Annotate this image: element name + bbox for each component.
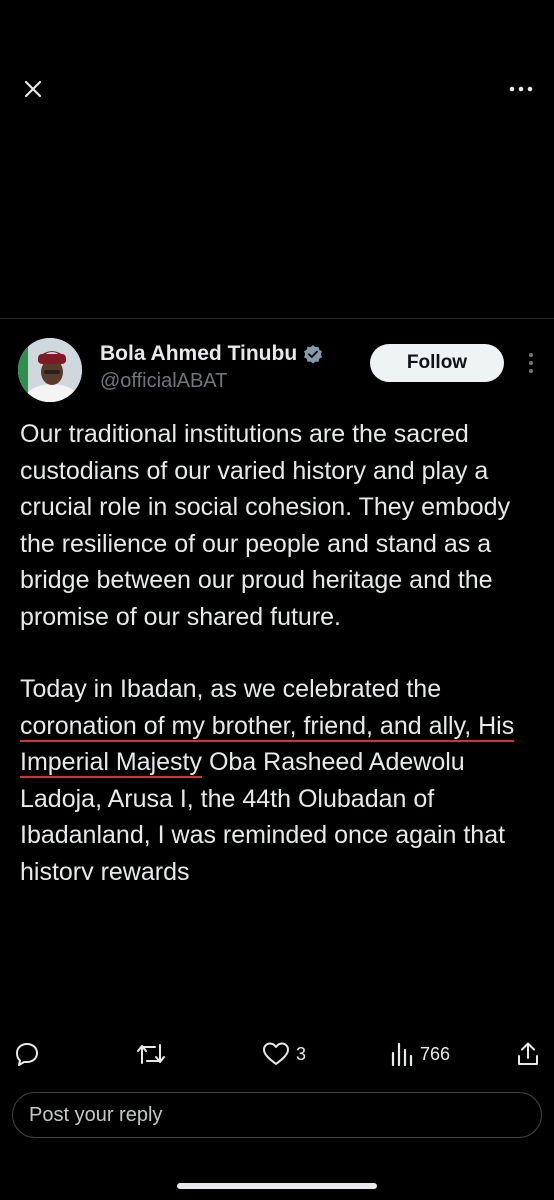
reply-button[interactable] [14,1036,40,1072]
author-handle[interactable]: @officialABAT [100,370,323,393]
repost-button[interactable] [136,1036,166,1072]
more-vertical-icon [529,353,533,373]
verified-badge-icon [304,345,323,364]
author-name[interactable]: Bola Ahmed Tinubu [100,342,297,366]
views-count: 766 [420,1043,451,1064]
share-button[interactable] [516,1036,540,1072]
like-button[interactable]: 3 [262,1036,306,1072]
repost-icon [137,1044,165,1064]
text-fade-mask [0,880,554,920]
tweet-paragraph-2: Today in Ibadan, as we celebrated the co… [20,671,550,890]
tweet-text: Our traditional institutions are the sac… [20,416,550,910]
reply-placeholder: Post your reply [29,1103,163,1126]
action-bar: 3 766 [0,1036,554,1072]
reply-icon [16,1043,38,1066]
close-icon [24,80,42,98]
paragraph-2-start: Today in Ibadan, as we celebrated the [20,675,442,703]
share-icon [518,1042,538,1065]
divider [0,318,554,319]
heart-icon [263,1042,289,1065]
views-button[interactable]: 766 [390,1036,450,1072]
tweet-paragraph-1: Our traditional institutions are the sac… [20,420,511,631]
tweet-more-button[interactable] [520,348,542,378]
views-chart-icon [391,1042,413,1067]
more-options-button[interactable] [506,74,536,104]
more-horizontal-icon [509,86,533,92]
like-count: 3 [296,1043,307,1064]
tweet: Bola Ahmed Tinubu @officialABAT Follow O… [0,320,554,910]
avatar[interactable] [18,338,82,402]
reply-input[interactable]: Post your reply [12,1092,542,1138]
follow-button[interactable]: Follow [370,344,504,382]
home-indicator[interactable] [177,1183,377,1189]
author-name-row[interactable]: Bola Ahmed Tinubu [100,342,323,366]
top-bar [0,0,554,180]
author-block: Bola Ahmed Tinubu @officialABAT [100,342,323,393]
close-button[interactable] [18,74,48,104]
